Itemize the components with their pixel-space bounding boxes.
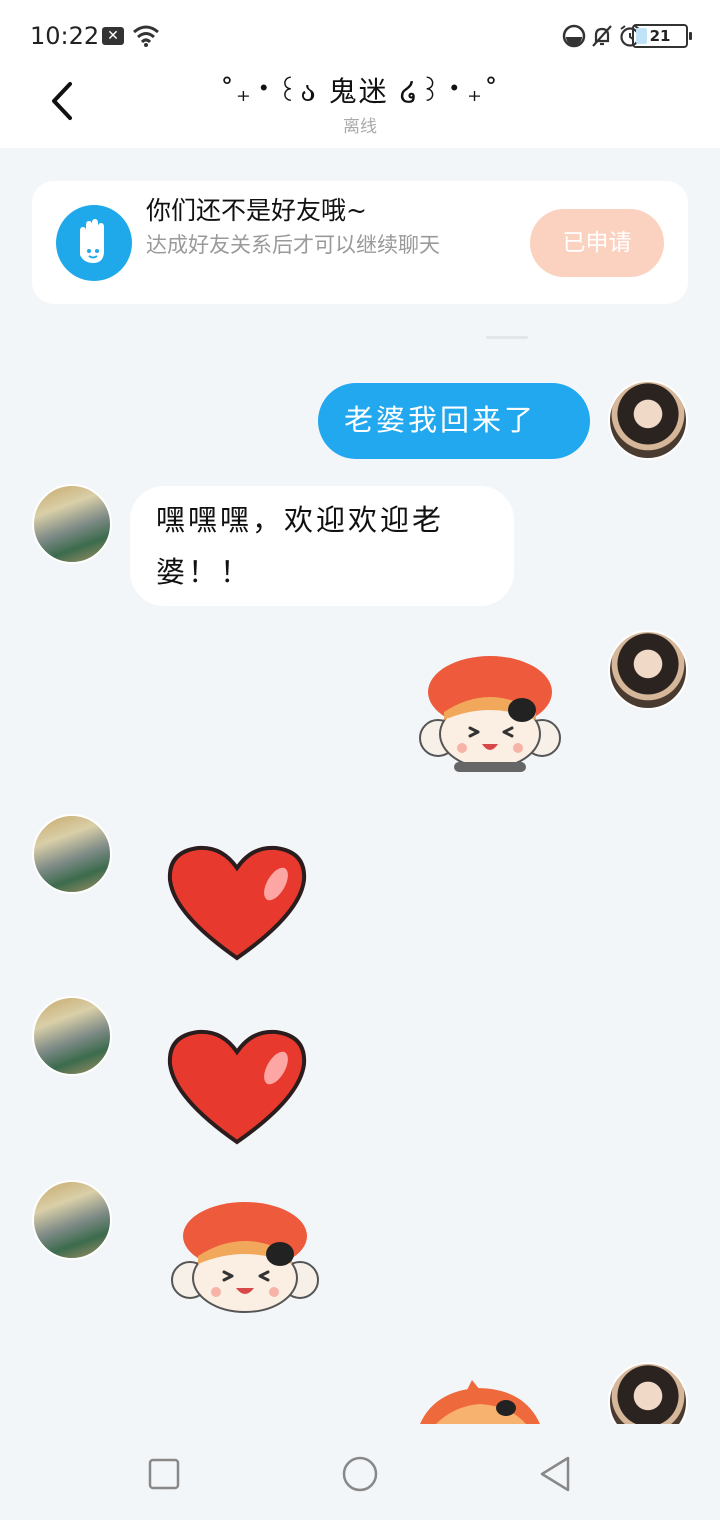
battery-level: 21 [649,27,671,45]
incoming-message-bubble[interactable]: 嘿嘿嘿，欢迎欢迎老婆！！ [130,486,514,606]
battery-icon: 21 [632,24,692,48]
orange-hair-girl-sticker[interactable] [414,1378,544,1424]
recent-apps-button[interactable] [144,1454,184,1494]
red-heart-sticker[interactable] [164,1026,310,1148]
self-avatar[interactable] [608,630,688,710]
self-avatar[interactable] [608,380,688,460]
red-heart-sticker[interactable] [164,842,310,964]
online-status: 离线 [343,117,377,137]
orange-hair-girl-sticker[interactable] [168,1200,322,1320]
status-bar: 10:22 ✕ 21 [0,0,720,66]
orange-hair-girl-sticker[interactable] [414,652,566,774]
do-not-disturb-icon [562,24,586,48]
notification-x-icon: ✕ [102,27,124,45]
wifi-icon [133,25,159,47]
friend-notice-card: 你们还不是好友哦~ 达成好友关系后才可以继续聊天 已申请 [32,181,688,304]
wave-hand-icon [56,205,132,281]
notice-description: 达成好友关系后才可以继续聊天 [146,233,440,257]
bell-off-icon [592,25,612,47]
home-button[interactable] [340,1454,380,1494]
peer-avatar[interactable] [32,996,112,1076]
peer-avatar[interactable] [32,814,112,894]
time-divider [486,336,528,339]
applied-button[interactable]: 已申请 [530,209,664,277]
peer-avatar[interactable] [32,484,112,564]
notice-title: 你们还不是好友哦~ [146,196,367,225]
peer-avatar[interactable] [32,1180,112,1260]
chat-title: ˚₊‧꒰ა 鬼迷 ໒꒱‧₊˚ [220,75,500,108]
status-time: 10:22 [30,22,100,50]
outgoing-message-bubble[interactable]: 老婆我回来了 [318,383,590,459]
nav-back-button[interactable] [536,1454,576,1494]
chat-header: ˚₊‧꒰ა 鬼迷 ໒꒱‧₊˚ 离线 [0,66,720,148]
system-nav-bar [0,1424,720,1520]
